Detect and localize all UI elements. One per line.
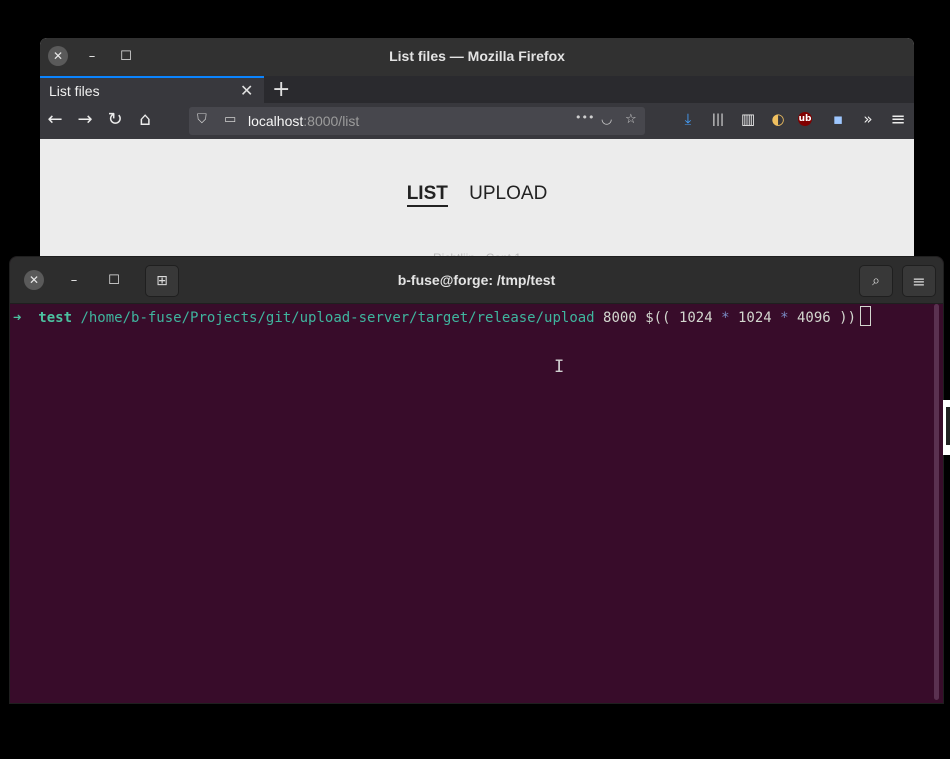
arith-open: $((: [645, 310, 671, 326]
command-path: /home/b-fuse/Projects/git/upload-server/…: [80, 310, 595, 326]
page-actions-icon[interactable]: •••: [575, 111, 594, 124]
ibeam-cursor-icon: I: [554, 357, 565, 377]
arg-a: 1024: [678, 310, 713, 326]
new-tab-button[interactable]: +: [272, 77, 290, 102]
bookmark-star-icon[interactable]: ☆: [625, 112, 637, 127]
downloads-icon[interactable]: ⤓: [678, 109, 698, 129]
pocket-icon[interactable]: ◡: [601, 112, 612, 127]
text-cursor: [860, 306, 872, 326]
nav-link-list[interactable]: LIST: [406, 183, 448, 207]
arg-c: 4096: [797, 310, 831, 326]
ublock-origin-icon[interactable]: ub: [798, 112, 812, 126]
url-bar[interactable]: ⛉ ▭ localhost:8000/list ••• ◡ ☆: [189, 107, 645, 135]
tab-list-files[interactable]: List files ✕: [40, 76, 264, 103]
reload-button[interactable]: ↻: [103, 107, 127, 131]
extension-container-icon[interactable]: ▪: [828, 109, 848, 129]
terminal-scrollbar[interactable]: [934, 304, 939, 700]
arg-port: 8000: [603, 310, 637, 326]
terminal-output[interactable]: ➜ test /home/b-fuse/Projects/git/upload-…: [10, 304, 943, 703]
library-icon[interactable]: |||: [708, 109, 728, 129]
back-button[interactable]: ←: [43, 107, 67, 131]
terminal-window: ✕ – ☐ ⊞ b-fuse@forge: /tmp/test ⌕ ≡ ➜ te…: [10, 257, 943, 703]
url-path: :8000/list: [303, 113, 360, 129]
url-text[interactable]: localhost:8000/list: [248, 113, 359, 129]
hamburger-menu-icon[interactable]: ≡: [888, 109, 908, 130]
operator-2: *: [780, 310, 789, 326]
page-info-icon[interactable]: ▭: [224, 112, 236, 127]
url-host: localhost: [248, 113, 304, 129]
navigation-toolbar: ← → ↻ ⌂ ⛉ ▭ localhost:8000/list ••• ◡ ☆ …: [40, 103, 914, 139]
operator-1: *: [721, 310, 730, 326]
terminal-search-button[interactable]: ⌕: [859, 265, 893, 297]
home-button[interactable]: ⌂: [133, 107, 157, 131]
forward-button[interactable]: →: [73, 107, 97, 131]
prompt-arrow: ➜: [13, 310, 22, 326]
terminal-menu-button[interactable]: ≡: [902, 265, 936, 297]
arith-close: )): [839, 310, 857, 326]
prompt-directory: test: [38, 310, 73, 326]
firefox-window-title: List files — Mozilla Firefox: [389, 48, 565, 64]
shield-icon[interactable]: ⛉: [197, 112, 207, 127]
terminal-headerbar: ✕ – ☐ ⊞ b-fuse@forge: /tmp/test ⌕ ≡: [10, 257, 943, 304]
background-window-fragment-edge: [946, 407, 950, 445]
overflow-menu-icon[interactable]: »: [858, 109, 878, 129]
sidebar-icon[interactable]: ▥: [738, 109, 758, 129]
command-line[interactable]: ➜ test /home/b-fuse/Projects/git/upload-…: [13, 306, 872, 326]
firefox-titlebar: ✕ – ☐ List files — Mozilla Firefox: [40, 38, 914, 76]
extension-icon[interactable]: ◐: [768, 109, 788, 129]
site-nav: LIST UPLOAD: [40, 183, 914, 207]
tab-label: List files: [49, 83, 100, 99]
tab-close-icon[interactable]: ✕: [240, 81, 253, 100]
terminal-title: b-fuse@forge: /tmp/test: [397, 272, 556, 288]
nav-link-upload[interactable]: UPLOAD: [469, 183, 547, 204]
firefox-tabbar: List files ✕ + ← → ↻ ⌂ ⛉ ▭ localhost:800…: [40, 76, 914, 139]
arg-b: 1024: [737, 310, 772, 326]
